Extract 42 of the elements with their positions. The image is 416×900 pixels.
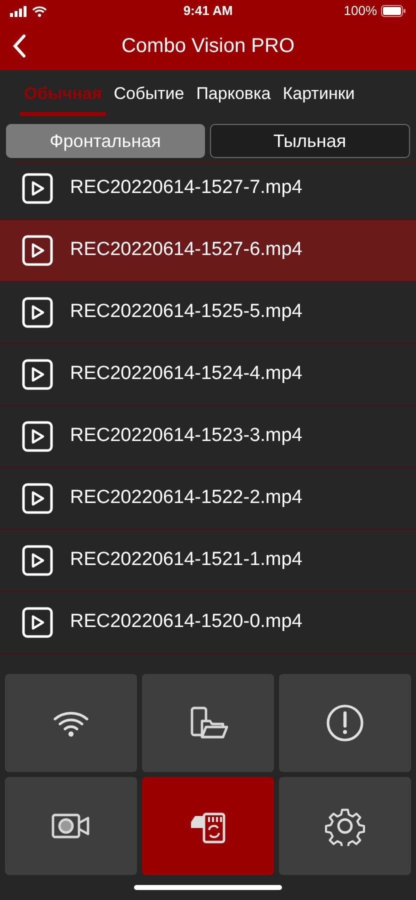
play-icon [22, 297, 53, 328]
file-row[interactable]: REC20220614-1523-3.mp4 [0, 406, 416, 468]
play-icon [22, 545, 53, 576]
play-icon [22, 421, 53, 452]
screen-title: Combo Vision PRO [121, 34, 295, 59]
category-tab[interactable]: Событие [110, 76, 188, 116]
battery-percent: 100% [344, 2, 377, 20]
file-row[interactable]: REC20220614-1520-0.mp4 [0, 592, 416, 654]
back-icon [12, 34, 26, 58]
file-row[interactable]: REC20220614-1525-5.mp4 [0, 282, 416, 344]
toolbar-button[interactable] [142, 777, 274, 875]
file-name: REC20220614-1523-3.mp4 [70, 424, 302, 448]
file-name: REC20220614-1522-2.mp4 [70, 486, 302, 510]
category-tab[interactable]: Парковка [192, 76, 275, 116]
file-row[interactable]: REC20220614-1521-1.mp4 [0, 530, 416, 592]
status-time: 9:41 AM [183, 2, 233, 20]
signal-icon [10, 6, 27, 16]
category-tab[interactable]: Картинки [278, 76, 359, 116]
toolbar-button[interactable] [142, 674, 274, 772]
camera-toggle-segment[interactable]: Тыльная [210, 124, 410, 158]
play-icon [22, 235, 53, 266]
file-row[interactable]: REC20220614-1524-4.mp4 [0, 344, 416, 406]
file-name: REC20220614-1520-0.mp4 [70, 610, 302, 634]
camera-toggle-segment[interactable]: Фронтальная [6, 124, 204, 158]
settings-icon [325, 806, 365, 846]
play-icon [22, 607, 53, 638]
play-icon [22, 483, 53, 514]
file-name: REC20220614-1521-1.mp4 [70, 548, 302, 572]
toolbar-button[interactable] [279, 777, 411, 875]
wifi-icon [32, 6, 47, 16]
toolbar-button[interactable] [5, 777, 137, 875]
battery-icon [381, 5, 406, 17]
file-row[interactable]: REC20220614-1527-6.mp4 [0, 220, 416, 282]
file-name: REC20220614-1524-4.mp4 [70, 362, 302, 386]
play-icon [22, 359, 53, 390]
file-row[interactable]: REC20220614-1522-2.mp4 [0, 468, 416, 530]
file-name: REC20220614-1527-7.mp4 [70, 176, 302, 200]
alert-icon [325, 703, 365, 743]
file-name: REC20220614-1525-5.mp4 [70, 300, 302, 324]
toolbar-button[interactable] [279, 674, 411, 772]
play-icon [22, 173, 53, 204]
file-name: REC20220614-1527-6.mp4 [70, 238, 302, 262]
